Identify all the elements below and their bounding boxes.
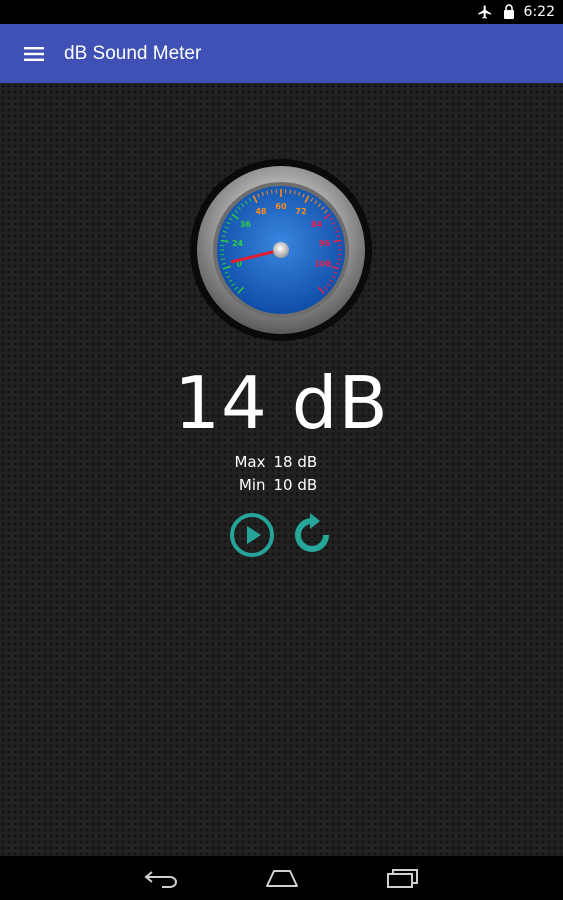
max-row: Max 18 dB (0, 451, 563, 474)
max-value: 18 dB (273, 453, 318, 471)
main-content: 0 24 36 48 60 72 84 96 108 14 dB Max 18 dB Min 1… (0, 83, 563, 856)
play-icon (230, 513, 274, 557)
gauge-tick-label: 24 (232, 239, 244, 248)
airplane-icon (476, 3, 494, 21)
gauge-tick (337, 258, 342, 261)
lock-battery-icon (500, 3, 518, 21)
gauge-tick (270, 189, 273, 194)
gauge-tick-label: 108 (314, 260, 331, 269)
refresh-icon (295, 513, 329, 552)
navigation-bar (0, 856, 563, 900)
app-bar: dB Sound Meter (0, 24, 563, 83)
gauge-tick-label: 60 (275, 202, 287, 211)
min-label: Min (238, 476, 266, 494)
min-value: 10 dB (273, 476, 318, 494)
max-label: Max (234, 453, 266, 471)
back-icon[interactable] (130, 862, 194, 894)
status-bar: 6:22 (0, 0, 563, 24)
gauge-tick (220, 258, 225, 261)
gauge-tick-label: 96 (319, 239, 331, 248)
sound-gauge: 0 24 36 48 60 72 84 96 108 (189, 158, 373, 342)
hamburger-menu-icon[interactable] (4, 24, 64, 83)
min-row: Min 10 dB (0, 474, 563, 497)
play-button[interactable] (228, 511, 276, 559)
gauge-tick-label: 72 (295, 207, 306, 216)
recent-apps-icon[interactable] (370, 862, 434, 894)
gauge-tick (289, 189, 292, 194)
db-reading: 14 dB (174, 361, 389, 445)
gauge-tick-label: 84 (311, 220, 323, 229)
app-title: dB Sound Meter (64, 42, 202, 64)
reset-button[interactable] (288, 511, 336, 559)
controls (228, 511, 338, 561)
gauge-hub (273, 242, 289, 258)
gauge-tick-label: 36 (240, 220, 252, 229)
home-icon[interactable] (250, 862, 314, 894)
status-time: 6:22 (523, 4, 555, 20)
stats-panel: Max 18 dB Min 10 dB (0, 451, 563, 497)
gauge-tick-label: 48 (255, 207, 267, 216)
